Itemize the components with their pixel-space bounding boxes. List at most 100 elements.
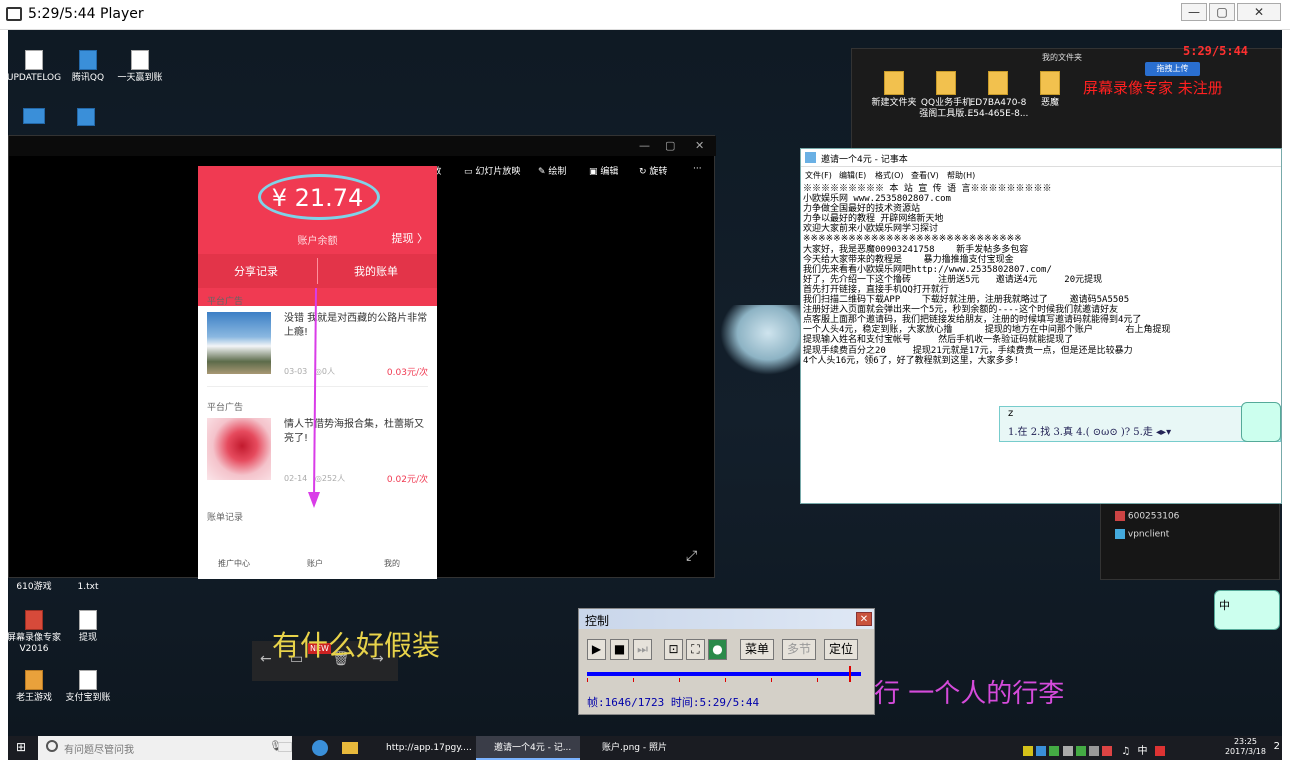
notepad-line: 力争以最好的教程 开辟网络新天地 (803, 214, 944, 225)
withdraw-link[interactable]: 提现 〉 (392, 230, 429, 246)
folder-icon (1040, 71, 1060, 95)
menu-file[interactable]: 文件(F) (805, 170, 832, 181)
tray-icon[interactable] (1088, 746, 1099, 756)
notepad-line: 欢迎大家前来小欧娱乐网学习探讨 (803, 224, 939, 235)
slideshow-button[interactable]: ▭ 幻灯片放映 (464, 164, 520, 177)
draw-button[interactable]: ✎ 绘制 (538, 164, 566, 177)
search-box[interactable]: 有问题尽管问我 🎙 (38, 736, 292, 760)
fit-window-icon[interactable]: ⊡ (664, 639, 683, 660)
menu-edit[interactable]: 编辑(E) (839, 170, 866, 181)
control-close-icon[interactable]: ✕ (856, 612, 872, 626)
desktop-icon-network[interactable] (54, 108, 118, 129)
clock[interactable]: 23:25 2017/3/18 (1225, 737, 1266, 757)
file-icon (131, 50, 149, 70)
photos-minimize-icon[interactable]: — (639, 139, 650, 152)
ime-candidates[interactable]: 1.在 2.找 3.真 4.( ⊙ω⊙ )? 5.走 ◂▸▾ (1008, 423, 1171, 438)
task-browser[interactable]: http://app.17pgy.... (368, 736, 472, 760)
notepad-line: 点客服上面那个邀请码，我们把链接发给朋友，注册的时候填写邀请码就能得到4元了 (803, 315, 1142, 326)
tab-share-records[interactable]: 分享记录 (234, 263, 278, 279)
menu-button[interactable]: 菜单 (740, 639, 774, 660)
browser-icon[interactable] (312, 740, 328, 756)
prev-arrow-icon[interactable]: ← (260, 651, 272, 667)
notepad-line: 今天给大家带来的教程是 暴力撸推撸支付宝现金 (803, 254, 1014, 265)
notepad-line: 大家好，我是恶魔00903241758 新手发帖多多包容 (803, 244, 1029, 255)
tray-icon[interactable] (1036, 746, 1047, 756)
play-icon[interactable]: ▶ (587, 639, 606, 660)
close-button[interactable]: ✕ (1237, 3, 1281, 21)
bills-header: 账单记录 (207, 513, 244, 523)
folder-icon (936, 71, 956, 95)
explorer-icon[interactable] (342, 742, 358, 754)
progress-handle[interactable] (848, 666, 851, 682)
folder-icon (988, 71, 1008, 95)
tray-icon[interactable] (1075, 746, 1086, 756)
fullscreen-icon[interactable]: ⛶ (686, 639, 705, 660)
notepad-icon (805, 152, 816, 163)
clock-date: 2017/3/18 (1224, 747, 1266, 756)
volume-icon[interactable]: ♫ (1121, 746, 1130, 757)
nav-promo[interactable]: 推广中心 (218, 558, 250, 569)
card-image-rose (207, 418, 271, 480)
folder-item[interactable]: 恶魔 (1018, 71, 1082, 109)
card-image-road (207, 312, 271, 374)
upload-button[interactable]: 拖拽上传 (1145, 62, 1200, 76)
ime-mascot-icon[interactable]: 中 (1214, 590, 1280, 630)
recorder-icon (25, 610, 43, 630)
notepad-text-area[interactable]: ※※※※※※※※※ 本 站 宣 传 语 言※※※※※※※※※ 小欧娱乐网 www.… (803, 184, 1279, 366)
network-icon (77, 108, 95, 126)
sections-button[interactable]: 多节 (782, 639, 816, 660)
notepad-line: ※※※※※※※※※※※※※※※※※※※※※※※※※※※※※ (803, 234, 1022, 245)
progress-track[interactable] (587, 666, 861, 682)
desktop-icon-1txt[interactable]: 1.txt (56, 582, 120, 593)
taskbar: ⊞ 有问题尽管问我 🎙 http://app.17pgy.... 邀请一个4元 … (8, 736, 1282, 760)
notepad-window: 邀请一个4元 - 记事本 文件(F) 编辑(E) 格式(O) 查看(V) 帮助(… (800, 148, 1282, 504)
task-photos[interactable]: 账户.png - 照片 (584, 736, 688, 760)
menu-view[interactable]: 查看(V) (911, 170, 939, 181)
desktop-icon-alipay[interactable]: 支付宝到账 (56, 670, 120, 704)
next-frame-icon[interactable]: ⏭ (633, 639, 652, 660)
maximize-button[interactable]: ▢ (1209, 3, 1235, 21)
ime-tray-icon[interactable] (1154, 746, 1165, 756)
more-button[interactable]: ··· (693, 164, 702, 174)
stop-icon[interactable]: ■ (610, 639, 629, 660)
control-status: 帧:1646/1723 时间:5:29/5:44 (587, 696, 760, 709)
notification-icon[interactable]: 2 (1274, 741, 1280, 752)
locate-button[interactable]: 定位 (824, 639, 858, 660)
lang-indicator[interactable]: 中 (1137, 746, 1147, 757)
notepad-line: 提现手续费百分之20 提现21元就是17元，手续费贵一点，但是还是比较暴力 (803, 345, 1133, 356)
photos-close-icon[interactable]: ✕ (695, 139, 704, 152)
desktop-icon-tixian[interactable]: 提现 (56, 610, 120, 644)
card-price: 0.02元/次 (386, 475, 428, 485)
nav-mine[interactable]: 我的 (384, 558, 400, 569)
player-titlebar: 5:29/5:44 Player — ▢ ✕ (0, 0, 1290, 30)
menu-help[interactable]: 帮助(H) (947, 170, 975, 181)
photos-maximize-icon[interactable]: ▢ (665, 139, 675, 152)
recorder-time: 5:29/5:44 (1183, 44, 1249, 58)
desktop-icon-yitian[interactable]: 一天赢到账 (108, 50, 172, 84)
edit-button[interactable]: ▣ 编辑 (589, 164, 618, 177)
clock-time: 23:25 (1233, 737, 1258, 746)
contact-item[interactable]: 600253106 (1115, 511, 1179, 522)
start-icon[interactable]: ⊞ (16, 740, 26, 754)
menu-format[interactable]: 格式(O) (875, 170, 904, 181)
cursor-icon[interactable]: ● (708, 639, 727, 660)
minimize-button[interactable]: — (1181, 3, 1207, 21)
fullscreen-icon[interactable]: ⤢ (686, 548, 697, 564)
player-bottom-strip (0, 760, 1290, 783)
file-icon (79, 670, 97, 690)
my-files-window: 我的文件夹 新建文件夹 QQ业务手机 强阁工具版... ED7BA470-8 E… (851, 48, 1282, 156)
tab-my-bills[interactable]: 我的账单 (354, 263, 398, 279)
tray-icon[interactable] (1102, 746, 1113, 756)
notepad-line: 一个人头4元，稳定到账，大家放心撸 提现的地方在中间那个账户 右上角提现 (803, 325, 1171, 336)
rotate-button[interactable]: ↻ 旋转 (639, 164, 667, 177)
tray-icon[interactable] (1049, 746, 1060, 756)
tray-icon[interactable] (1062, 746, 1073, 756)
contact-item[interactable]: vpnclient (1115, 529, 1169, 540)
notepad-line: 4个人头16元，领6了，好了教程就到这里，大家多多! (803, 355, 1020, 366)
file-icon (79, 610, 97, 630)
task-view-icon[interactable] (278, 742, 292, 752)
task-notepad[interactable]: 邀请一个4元 - 记... (476, 736, 580, 760)
wallpaper-shark (720, 305, 800, 375)
notepad-title: 邀请一个4元 - 记事本 (821, 155, 908, 165)
tray-icon[interactable] (1023, 746, 1033, 756)
